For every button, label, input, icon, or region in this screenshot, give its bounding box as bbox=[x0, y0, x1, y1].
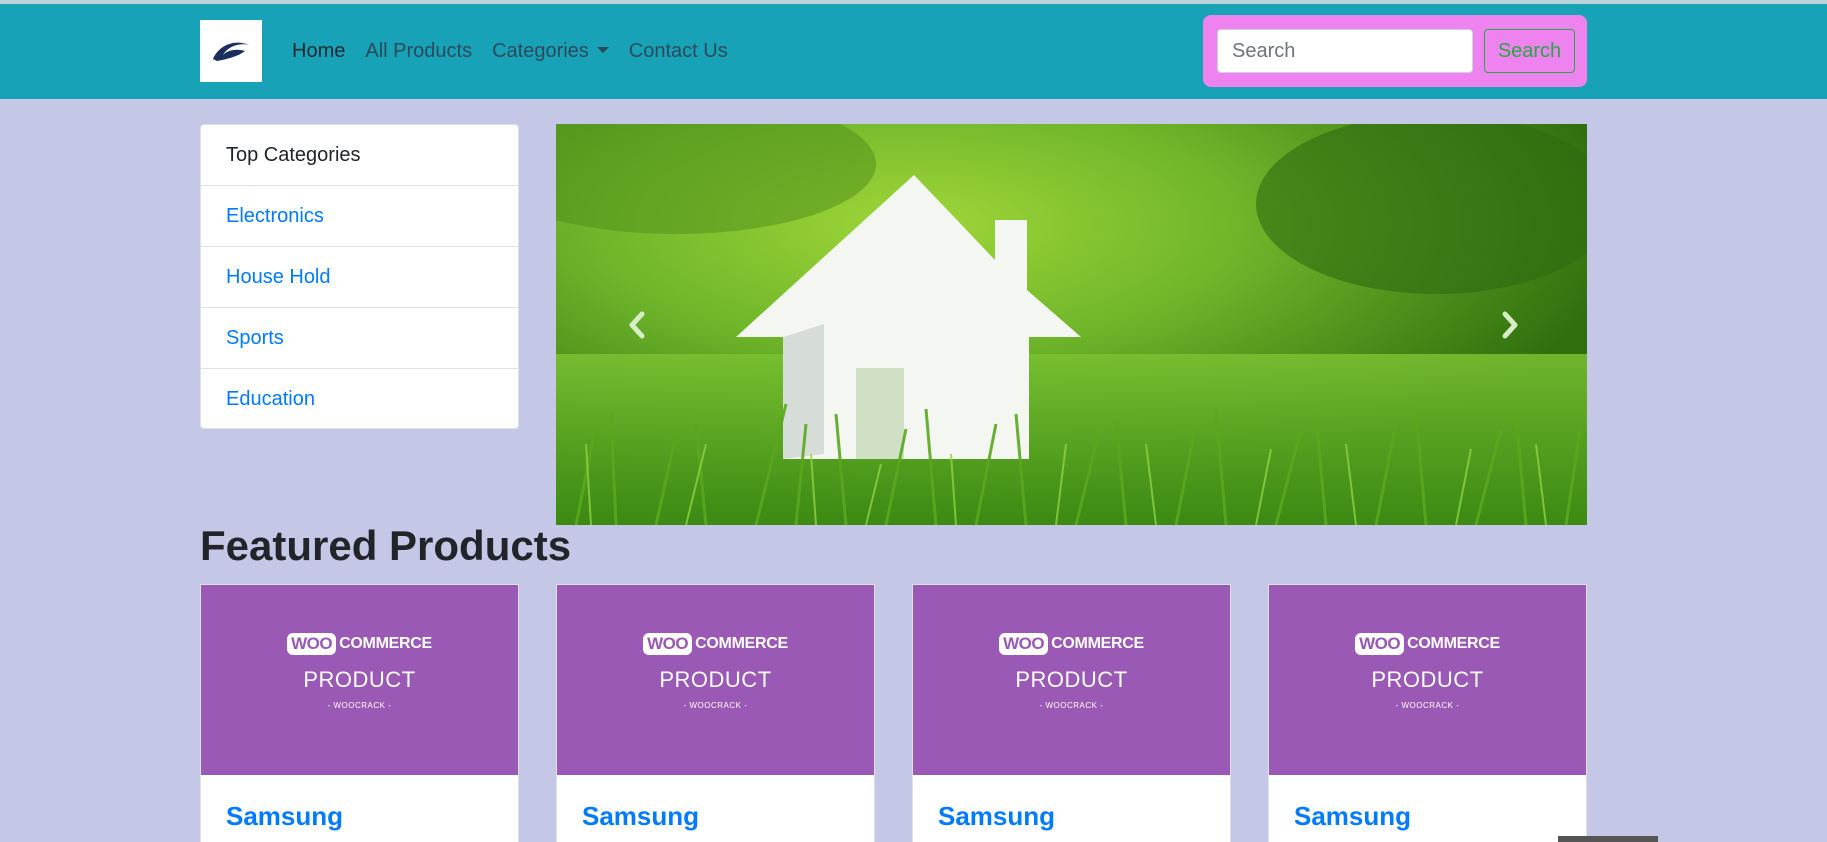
navbar: Home All Products Categories Contact Us … bbox=[0, 4, 1827, 99]
woo-mark: WOO bbox=[287, 633, 337, 655]
commerce-text: COMMERCE bbox=[1051, 635, 1144, 652]
woo-mark: WOO bbox=[1355, 633, 1405, 655]
partial-overlay-bar bbox=[1558, 836, 1658, 842]
woocommerce-logo: WOO COMMERCE bbox=[999, 633, 1144, 655]
woo-mark: WOO bbox=[999, 633, 1049, 655]
categories-header: Top Categories bbox=[201, 125, 518, 186]
commerce-text: COMMERCE bbox=[339, 635, 432, 652]
swoosh-logo-icon bbox=[213, 42, 249, 61]
product-image-sub: - WOOCRACK - bbox=[1395, 701, 1460, 710]
top-categories-list: Top Categories Electronics House Hold Sp… bbox=[200, 124, 519, 429]
brand-logo[interactable] bbox=[200, 20, 262, 82]
product-image-label: PRODUCT bbox=[1015, 667, 1128, 692]
carousel-prev-button[interactable] bbox=[616, 300, 656, 350]
hero-carousel bbox=[556, 124, 1587, 525]
product-name[interactable]: Samsung bbox=[1294, 801, 1411, 832]
woo-mark: WOO bbox=[643, 633, 693, 655]
category-electronics[interactable]: Electronics bbox=[201, 186, 518, 247]
woocommerce-logo: WOO COMMERCE bbox=[1355, 633, 1500, 655]
carousel-next-button[interactable] bbox=[1491, 300, 1531, 350]
nav-all-products[interactable]: All Products bbox=[365, 40, 472, 63]
product-image-label: PRODUCT bbox=[1371, 667, 1484, 692]
search-input[interactable] bbox=[1217, 29, 1473, 73]
product-image[interactable]: WOO COMMERCE PRODUCT - WOOCRACK - bbox=[201, 585, 518, 775]
woocommerce-logo: WOO COMMERCE bbox=[287, 633, 432, 655]
product-card[interactable]: WOO COMMERCE PRODUCT - WOOCRACK - Samsun… bbox=[556, 584, 875, 842]
caret-down-icon bbox=[596, 46, 609, 53]
product-image-sub: - WOOCRACK - bbox=[683, 701, 748, 710]
product-image-sub: - WOOCRACK - bbox=[327, 701, 392, 710]
product-image-label: PRODUCT bbox=[659, 667, 772, 692]
chevron-right-icon bbox=[1502, 311, 1518, 339]
nav-home[interactable]: Home bbox=[292, 40, 345, 63]
category-education[interactable]: Education bbox=[201, 369, 518, 428]
product-name[interactable]: Samsung bbox=[226, 801, 343, 832]
commerce-text: COMMERCE bbox=[1407, 635, 1500, 652]
product-image-label: PRODUCT bbox=[303, 667, 416, 692]
commerce-text: COMMERCE bbox=[695, 635, 788, 652]
product-card[interactable]: WOO COMMERCE PRODUCT - WOOCRACK - Samsun… bbox=[200, 584, 519, 842]
nav-categories-label: Categories bbox=[492, 40, 589, 62]
search-form: Search bbox=[1203, 15, 1587, 87]
category-house-hold[interactable]: House Hold bbox=[201, 247, 518, 308]
product-name[interactable]: Samsung bbox=[938, 801, 1055, 832]
featured-products-heading: Featured Products bbox=[200, 522, 572, 569]
chevron-left-icon bbox=[629, 311, 645, 339]
product-image[interactable]: WOO COMMERCE PRODUCT - WOOCRACK - bbox=[913, 585, 1230, 775]
product-name[interactable]: Samsung bbox=[582, 801, 699, 832]
product-image[interactable]: WOO COMMERCE PRODUCT - WOOCRACK - bbox=[557, 585, 874, 775]
carousel-slide-image bbox=[556, 124, 1587, 525]
search-button[interactable]: Search bbox=[1484, 29, 1575, 73]
product-card[interactable]: WOO COMMERCE PRODUCT - WOOCRACK - Samsun… bbox=[1268, 584, 1587, 842]
nav-contact-us[interactable]: Contact Us bbox=[629, 40, 728, 63]
product-image[interactable]: WOO COMMERCE PRODUCT - WOOCRACK - bbox=[1269, 585, 1586, 775]
woocommerce-logo: WOO COMMERCE bbox=[643, 633, 788, 655]
nav-links: Home All Products Categories Contact Us bbox=[292, 4, 748, 99]
product-card[interactable]: WOO COMMERCE PRODUCT - WOOCRACK - Samsun… bbox=[912, 584, 1231, 842]
product-image-sub: - WOOCRACK - bbox=[1039, 701, 1104, 710]
nav-categories-dropdown[interactable]: Categories bbox=[492, 40, 609, 63]
category-sports[interactable]: Sports bbox=[201, 308, 518, 369]
